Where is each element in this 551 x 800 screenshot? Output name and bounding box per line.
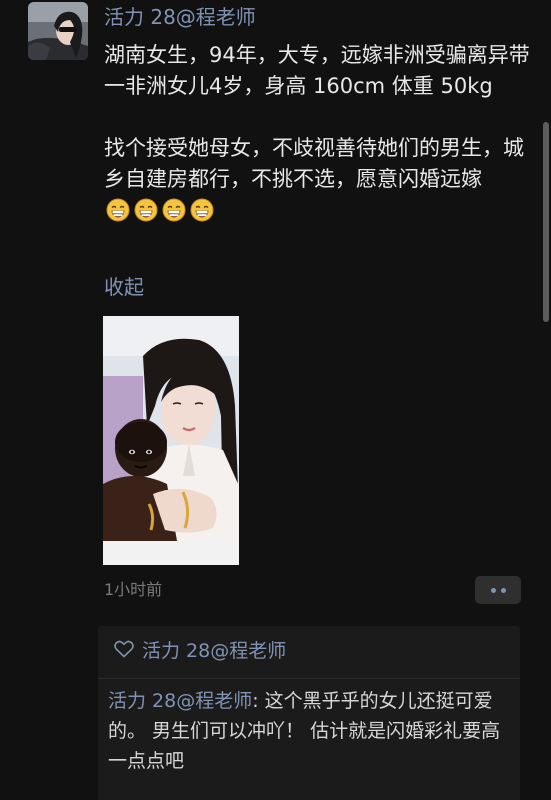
- post-photo[interactable]: [103, 316, 239, 565]
- grinning-face-icon: [134, 198, 158, 222]
- like-user-name[interactable]: 活力 28@程老师: [142, 636, 286, 663]
- post-paragraph: 找个接受她母女，不歧视善待她们的男生，城乡自建房都行，不挑不选，愿意闪婚远嫁: [104, 133, 536, 226]
- post-paragraph-text: 找个接受她母女，不歧视善待她们的男生，城乡自建房都行，不挑不选，愿意闪婚远嫁: [104, 136, 524, 191]
- more-options-button[interactable]: [475, 576, 521, 604]
- comment-item[interactable]: 活力 28@程老师: 这个黑乎乎的女儿还挺可爱的。 男生们可以冲吖！ 估计就是闪…: [108, 686, 512, 776]
- more-dot-icon: [490, 587, 496, 593]
- grinning-face-icon: [162, 198, 186, 222]
- grinning-face-icon: [106, 198, 130, 222]
- collapse-link[interactable]: 收起: [104, 272, 144, 302]
- grinning-face-icon: [190, 198, 214, 222]
- comment-author[interactable]: 活力 28@程老师: [108, 690, 252, 712]
- post-photo-image: [103, 316, 239, 565]
- scrollbar[interactable]: [543, 122, 549, 322]
- avatar-photo: [28, 2, 88, 60]
- likes-comments-panel: 活力 28@程老师 活力 28@程老师: 这个黑乎乎的女儿还挺可爱的。 男生们可…: [98, 626, 520, 800]
- likes-row: 活力 28@程老师: [114, 634, 286, 664]
- divider: [98, 678, 520, 679]
- more-dot-icon: [500, 587, 506, 593]
- post-author-name[interactable]: 活力 28@程老师: [104, 2, 256, 32]
- avatar[interactable]: [28, 2, 88, 60]
- post-text: 湖南女生，94年，大专，远嫁非洲受骗离异带一非洲女儿4岁，身高 160cm 体重…: [104, 40, 536, 226]
- moments-post: 活力 28@程老师 湖南女生，94年，大专，远嫁非洲受骗离异带一非洲女儿4岁，身…: [0, 0, 551, 800]
- post-paragraph: 湖南女生，94年，大专，远嫁非洲受骗离异带一非洲女儿4岁，身高 160cm 体重…: [104, 43, 530, 98]
- emoji-row: [106, 198, 214, 222]
- post-timestamp: 1小时前: [104, 580, 163, 599]
- heart-icon: [114, 640, 134, 658]
- comment-separator: :: [252, 690, 265, 712]
